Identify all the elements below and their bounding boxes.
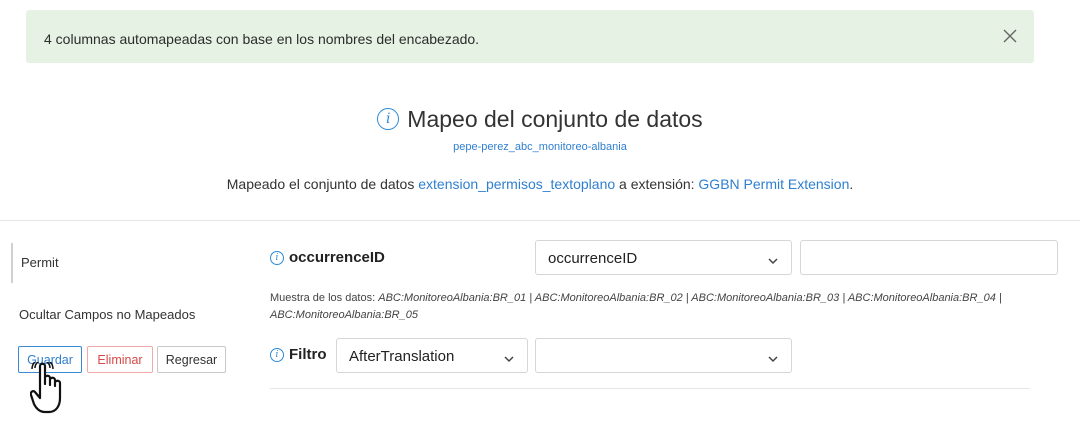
description-middle: a extensión: — [615, 176, 699, 192]
info-icon[interactable]: i — [377, 108, 400, 130]
description-prefix: Mapeado el conjunto de datos — [226, 176, 419, 192]
hide-unmapped-fields-toggle[interactable]: Ocultar Campos no Mapeados — [19, 307, 259, 322]
mapping-description: Mapeado el conjunto de datos extension_p… — [0, 176, 1080, 192]
delete-button[interactable]: Eliminar — [87, 346, 153, 373]
description-suffix: . — [849, 176, 854, 192]
filter-value-select[interactable] — [535, 338, 792, 373]
column-select-value: occurrenceID — [548, 250, 638, 267]
sidebar-item-permit[interactable]: Permit — [11, 243, 251, 283]
back-button[interactable]: Regresar — [157, 346, 226, 373]
filter-type-select[interactable]: AfterTranslation — [336, 338, 528, 373]
filter-type-value: AfterTranslation — [349, 348, 455, 365]
chevron-down-icon — [503, 351, 515, 369]
row-divider — [270, 388, 1030, 389]
column-select[interactable]: occurrenceID — [535, 240, 792, 275]
info-icon[interactable]: i — [270, 250, 284, 265]
info-icon[interactable]: i — [270, 347, 284, 362]
hand-pointer-icon — [30, 362, 62, 414]
default-value-input[interactable] — [800, 240, 1058, 275]
field-name: occurrenceID — [289, 249, 385, 266]
chevron-down-icon — [767, 253, 779, 271]
alert-message: 4 columnas automapeadas con base en los … — [44, 31, 480, 47]
success-alert: 4 columnas automapeadas con base en los … — [26, 10, 1034, 63]
filter-label-text: Filtro — [289, 346, 327, 363]
field-label-occurrenceid: i occurrenceID — [270, 249, 385, 266]
dataset-link[interactable]: extension_permisos_textoplano — [418, 176, 615, 192]
sample-values: ABC:MonitoreoAlbania:BR_01 | ABC:Monitor… — [270, 292, 1002, 321]
extension-link[interactable]: GGBN Permit Extension — [698, 176, 849, 192]
page-header: i Mapeo del conjunto de datos — [0, 104, 1080, 134]
sample-data: Muestra de los datos: ABC:MonitoreoAlban… — [270, 290, 1050, 324]
dataset-name-link[interactable]: pepe-perez_abc_monitoreo-albania — [0, 141, 1080, 153]
page-title: Mapeo del conjunto de datos — [407, 105, 703, 132]
close-icon[interactable] — [998, 24, 1022, 48]
section-divider — [0, 220, 1080, 221]
filter-label: i Filtro — [270, 346, 327, 363]
sample-prefix: Muestra de los datos: — [270, 292, 379, 304]
chevron-down-icon — [767, 351, 779, 369]
